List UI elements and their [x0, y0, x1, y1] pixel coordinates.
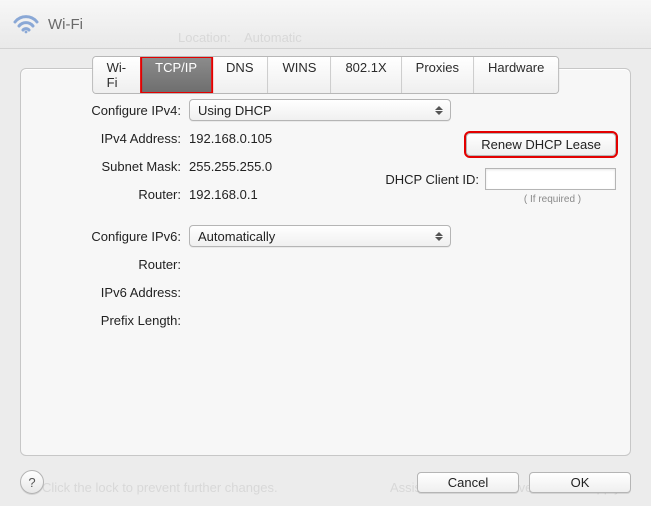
- ipv6-prefix-label: Prefix Length:: [31, 313, 189, 328]
- dhcp-client-id-label: DHCP Client ID:: [385, 172, 479, 187]
- tab-tcpip[interactable]: TCP/IP: [141, 57, 212, 93]
- renew-dhcp-lease-button[interactable]: Renew DHCP Lease: [466, 133, 616, 156]
- configure-ipv4-select[interactable]: Using DHCP: [189, 99, 451, 121]
- tab-bar: Wi-Fi TCP/IP DNS WINS 802.1X Proxies Har…: [92, 56, 560, 94]
- sheet-title: Wi-Fi: [48, 16, 83, 33]
- dhcp-column: Renew DHCP Lease DHCP Client ID: ( If re…: [446, 133, 616, 205]
- sheet-header: Wi-Fi: [0, 0, 651, 49]
- sheet-footer: ? Cancel OK: [0, 458, 651, 506]
- help-button[interactable]: ?: [20, 470, 44, 494]
- tab-hardware[interactable]: Hardware: [474, 57, 558, 93]
- tab-proxies[interactable]: Proxies: [402, 57, 474, 93]
- ipv4-router-value: 192.168.0.1: [189, 187, 258, 202]
- tab-8021x[interactable]: 802.1X: [331, 57, 401, 93]
- tcpip-pane: Configure IPv4: Using DHCP IPv4 Address:…: [20, 68, 631, 456]
- ok-button[interactable]: OK: [529, 472, 631, 493]
- tab-wins[interactable]: WINS: [268, 57, 331, 93]
- configure-ipv6-label: Configure IPv6:: [31, 229, 189, 244]
- subnet-mask-label: Subnet Mask:: [31, 159, 189, 174]
- configure-ipv4-value: Using DHCP: [198, 103, 272, 118]
- tab-wifi[interactable]: Wi-Fi: [93, 57, 142, 93]
- dhcp-required-note: ( If required ): [489, 194, 616, 205]
- ipv4-address-label: IPv4 Address:: [31, 131, 189, 146]
- ipv6-address-label: IPv6 Address:: [31, 285, 189, 300]
- dhcp-client-id-input[interactable]: [485, 168, 616, 190]
- configure-ipv6-select[interactable]: Automatically: [189, 225, 451, 247]
- updown-icon: [432, 232, 446, 241]
- ipv4-address-value: 192.168.0.105: [189, 131, 272, 146]
- configure-ipv6-value: Automatically: [198, 229, 275, 244]
- tab-dns[interactable]: DNS: [212, 57, 268, 93]
- ipv6-router-label: Router:: [31, 257, 189, 272]
- updown-icon: [432, 106, 446, 115]
- network-advanced-window: Location: Automatic Status: Connected Tu…: [0, 0, 651, 506]
- configure-ipv4-label: Configure IPv4:: [31, 103, 189, 118]
- cancel-button[interactable]: Cancel: [417, 472, 519, 493]
- ipv4-router-label: Router:: [31, 187, 189, 202]
- subnet-mask-value: 255.255.255.0: [189, 159, 272, 174]
- wifi-icon: [12, 12, 40, 36]
